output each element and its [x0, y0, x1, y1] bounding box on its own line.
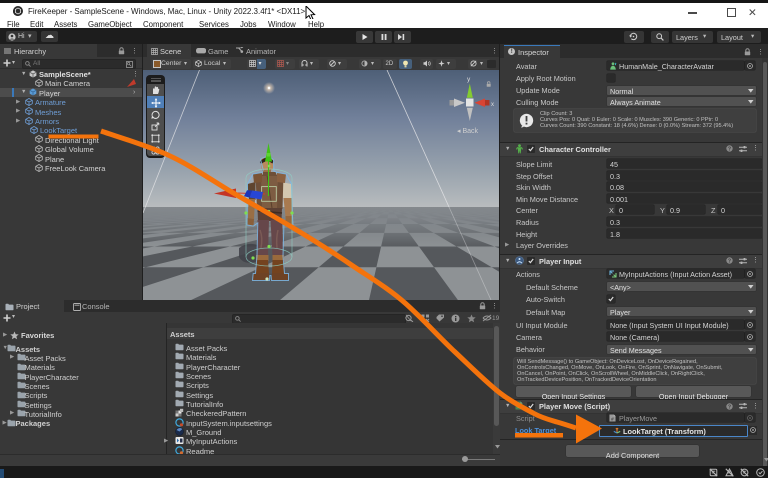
svg-text:x: x [491, 102, 494, 108]
svg-text:?: ? [728, 404, 731, 410]
svg-text:◂ Back: ◂ Back [457, 128, 479, 135]
svg-text:?: ? [728, 258, 731, 264]
svg-text:#: # [611, 416, 614, 422]
svg-text:?: ? [728, 146, 731, 152]
svg-text:#: # [517, 404, 520, 410]
